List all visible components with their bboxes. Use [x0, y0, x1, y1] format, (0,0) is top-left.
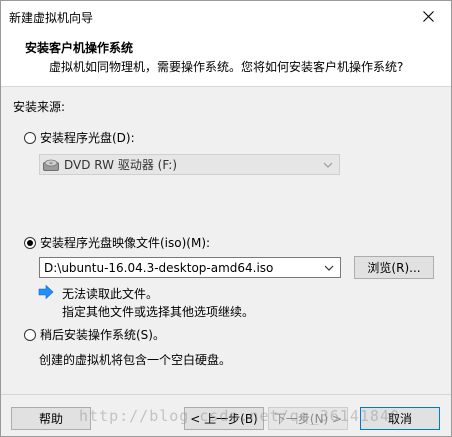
footer-divider	[1, 394, 451, 395]
browse-button[interactable]: 浏览(R)...	[354, 256, 434, 279]
wizard-header: 安装客户机操作系统 虚拟机如同物理机，需要操作系统。您将如何安装客户机操作系统?	[1, 32, 451, 87]
radio-button-later[interactable]	[24, 328, 36, 341]
close-icon	[423, 11, 434, 22]
radio-button-iso[interactable]	[24, 236, 36, 249]
next-button[interactable]: 下一步(N) >	[268, 407, 348, 430]
radio-install-later[interactable]: 稍后安装操作系统(S)。	[24, 326, 165, 343]
close-button[interactable]	[406, 1, 451, 32]
radio-install-disc[interactable]: 安装程序光盘(D):	[24, 129, 135, 146]
page-subtitle: 虚拟机如同物理机，需要操作系统。您将如何安装客户机操作系统?	[49, 60, 404, 74]
window-title: 新建虚拟机向导	[9, 11, 94, 25]
info-arrow-icon	[38, 284, 54, 303]
radio-button-disc[interactable]	[24, 131, 36, 144]
drive-select: DVD RW 驱动器 (F:)	[39, 154, 340, 175]
cancel-button[interactable]: 取消	[360, 407, 440, 430]
chevron-down-icon[interactable]	[324, 262, 334, 276]
radio-install-later-label: 稍后安装操作系统(S)。	[40, 328, 165, 342]
iso-error-message: 无法读取此文件。	[62, 287, 159, 301]
install-later-description: 创建的虚拟机将包含一个空白硬盘。	[39, 353, 232, 367]
page-title: 安装客户机操作系统	[25, 41, 134, 55]
title-bar: 新建虚拟机向导	[1, 1, 451, 32]
radio-install-disc-label: 安装程序光盘(D):	[40, 131, 135, 145]
radio-install-iso[interactable]: 安装程序光盘映像文件(iso)(M):	[24, 234, 210, 251]
iso-error-hint: 指定其他文件或选择其他选项继续。	[62, 305, 255, 319]
chevron-down-icon	[323, 159, 333, 173]
radio-install-iso-label: 安装程序光盘映像文件(iso)(M):	[40, 236, 211, 250]
drive-select-value: DVD RW 驱动器 (F:)	[64, 158, 178, 172]
wizard-window: 新建虚拟机向导 安装客户机操作系统 虚拟机如同物理机，需要操作系统。您将如何安装…	[0, 0, 452, 437]
back-button[interactable]: < 上一步(B)	[184, 407, 264, 430]
help-button[interactable]: 帮助	[11, 407, 91, 430]
install-source-label: 安装来源:	[13, 100, 66, 114]
iso-path-value: D:\ubuntu-16.04.3-desktop-amd64.iso	[44, 260, 274, 275]
iso-path-combobox[interactable]: D:\ubuntu-16.04.3-desktop-amd64.iso	[39, 257, 341, 278]
disc-drive-icon	[43, 158, 59, 172]
